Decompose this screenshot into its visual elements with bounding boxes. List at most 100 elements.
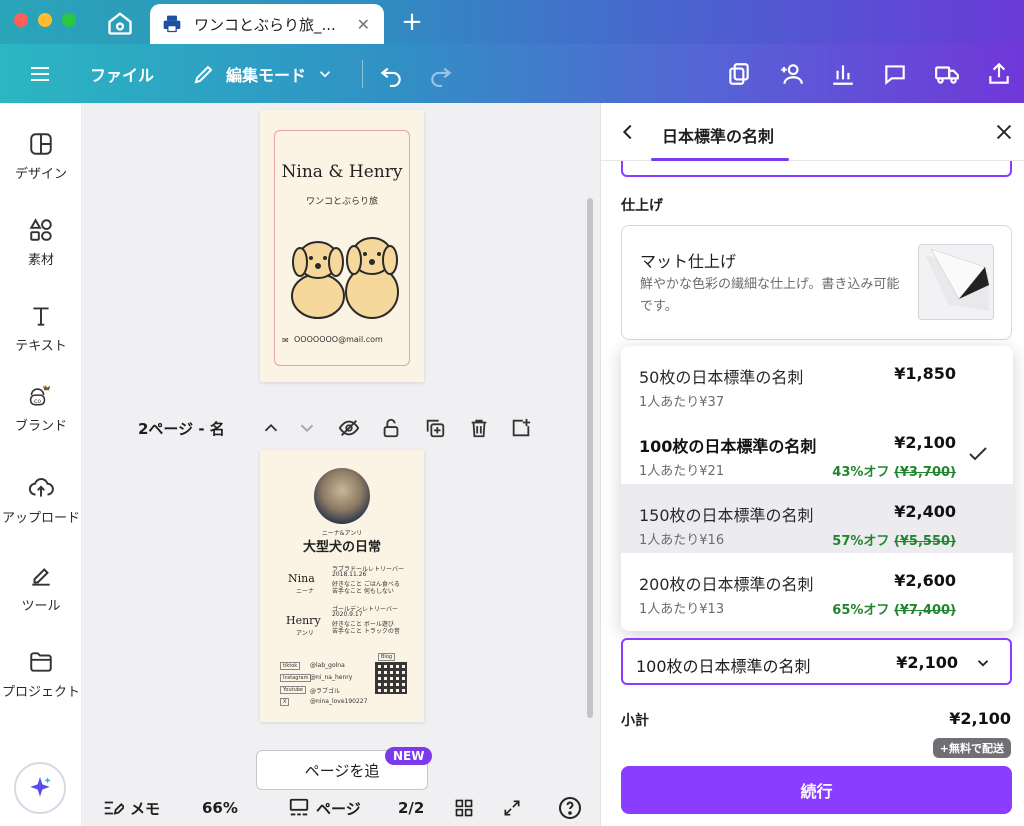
- sidebar-item-elements[interactable]: 素材: [0, 217, 82, 268]
- quantity-option[interactable]: 100枚の日本標準の名刺 1人あたり¥21 ¥2,100 43%オフ (¥3,7…: [621, 415, 1013, 484]
- qr-code: [375, 662, 407, 694]
- duplicate-icon[interactable]: [424, 417, 446, 439]
- edit-mode-label: 編集モード: [226, 65, 307, 85]
- new-badge: NEW: [385, 747, 433, 765]
- back-chevron-icon[interactable]: [617, 121, 639, 143]
- pencil-icon: [194, 65, 213, 83]
- close-icon[interactable]: [993, 121, 1015, 143]
- option-name: 200枚の日本標準の名刺: [639, 575, 814, 594]
- business-card-back[interactable]: ニーナ&アンリ 大型犬の日常 Nina ニーナ ラブラドールレトリーバー 201…: [260, 450, 424, 722]
- sidebar-item-label: テキスト: [15, 339, 67, 354]
- option-discount: 65%オフ (¥7,400): [832, 599, 956, 618]
- redo-icon[interactable]: [428, 44, 454, 103]
- discount-percent: 65%オフ: [832, 603, 890, 618]
- fullscreen-icon[interactable]: [502, 790, 522, 826]
- document-tab[interactable]: ワンコとぶらり旅_... ✕: [150, 4, 384, 44]
- sidebar-item-tools[interactable]: ツール: [0, 563, 82, 614]
- notes-icon: [104, 801, 124, 815]
- sns-label: X: [280, 698, 290, 706]
- sns-handle: @ラブゴル: [310, 688, 341, 695]
- option-price: ¥2,400: [894, 502, 956, 521]
- toolbar-actions: [726, 44, 1024, 103]
- quantity-select-value: 100枚の日本標準の名刺: [636, 657, 811, 676]
- hide-eye-icon[interactable]: [338, 417, 360, 439]
- print-order-panel: 日本標準の名刺 仕上げ マット仕上げ 鮮やかな色彩の繊細な仕上げ。書き込み可能で…: [600, 103, 1024, 826]
- mail-icon: ✉: [282, 336, 289, 345]
- undo-icon[interactable]: [378, 44, 404, 103]
- dog-dislike-nina: 苦手なこと 何もしない: [332, 588, 394, 595]
- text-icon: [33, 307, 49, 326]
- original-price: (¥5,550): [893, 534, 956, 549]
- chevron-down-icon[interactable]: [296, 417, 318, 439]
- magic-assistant-button[interactable]: [14, 762, 66, 814]
- minimize-window-button[interactable]: [38, 13, 52, 27]
- svg-text:co: co: [34, 398, 41, 405]
- lock-icon[interactable]: [380, 417, 402, 439]
- dog-dislike-henry: 苦手なこと トラックの音: [332, 628, 400, 635]
- notes-button[interactable]: メモ: [102, 790, 160, 826]
- share-upload-icon[interactable]: [986, 61, 1012, 87]
- dog-name-henry: Henry: [286, 614, 321, 627]
- finish-section-label: 仕上げ: [621, 198, 663, 214]
- page-toolbar: 2ページ - 名: [138, 413, 538, 443]
- close-window-button[interactable]: [14, 13, 28, 27]
- discount-percent: 43%オフ: [832, 465, 890, 480]
- new-tab-icon[interactable]: +: [400, 9, 424, 35]
- analytics-icon[interactable]: [830, 61, 856, 87]
- panel-header: 日本標準の名刺: [601, 103, 1024, 161]
- subtotal-label: 小計: [621, 713, 649, 729]
- grid-view-icon[interactable]: [454, 790, 474, 826]
- option-name: 150枚の日本標準の名刺: [639, 506, 814, 525]
- share-people-icon[interactable]: [778, 61, 804, 87]
- menu-icon[interactable]: [28, 44, 52, 103]
- comment-icon[interactable]: [882, 61, 908, 87]
- subtotal-value: ¥2,100: [949, 709, 1011, 728]
- pages-label: ページ: [316, 799, 361, 818]
- add-page-icon[interactable]: [510, 417, 532, 439]
- design-canvas[interactable]: Nina & Henry ワンコとぶらり旅 ✉ OOOOOOO@mail.com…: [82, 103, 600, 826]
- quantity-option[interactable]: 200枚の日本標準の名刺 1人あたり¥13 ¥2,600 65%オフ (¥7,4…: [621, 553, 1013, 622]
- option-unit-price: 1人あたり¥13: [639, 602, 725, 617]
- file-menu-button[interactable]: ファイル: [90, 44, 154, 103]
- upload-icon: [28, 478, 54, 497]
- sidebar-item-brand[interactable]: co ブランド: [0, 383, 82, 434]
- business-card-front[interactable]: Nina & Henry ワンコとぶらり旅 ✉ OOOOOOO@mail.com: [260, 110, 424, 382]
- pages-button[interactable]: ページ: [288, 790, 361, 826]
- sidebar-item-projects[interactable]: プロジェクト: [0, 649, 82, 700]
- dog-kana-nina: ニーナ: [296, 588, 315, 595]
- chevron-up-icon[interactable]: [260, 417, 282, 439]
- canvas-scrollbar[interactable]: [587, 198, 593, 718]
- continue-button[interactable]: 続行: [621, 766, 1012, 814]
- sparkle-icon: [30, 777, 51, 797]
- tab-close-icon[interactable]: ✕: [357, 15, 370, 34]
- zoom-level[interactable]: 66%: [202, 790, 238, 826]
- quantity-option[interactable]: 150枚の日本標準の名刺 1人あたり¥16 ¥2,400 57%オフ (¥5,5…: [621, 484, 1013, 553]
- option-unit-price: 1人あたり¥37: [639, 395, 725, 410]
- page-title[interactable]: 2ページ - 名: [138, 418, 225, 439]
- home-icon[interactable]: [106, 9, 134, 37]
- card-email: OOOOOOO@mail.com: [294, 335, 383, 344]
- sidebar-item-label: アップロード: [1, 511, 80, 526]
- edit-mode-button[interactable]: 編集モード: [192, 44, 334, 103]
- sidebar-item-design[interactable]: デザイン: [0, 131, 82, 182]
- dog-name-nina: Nina: [288, 572, 315, 585]
- finish-option-card[interactable]: マット仕上げ 鮮やかな色彩の繊細な仕上げ。書き込み可能です。: [621, 225, 1012, 340]
- option-name: 100枚の日本標準の名刺: [639, 437, 817, 456]
- sidebar-item-text[interactable]: テキスト: [0, 303, 82, 354]
- sidebar-item-upload[interactable]: アップロード: [0, 475, 82, 526]
- trash-icon[interactable]: [468, 417, 490, 439]
- copy-pages-icon[interactable]: [726, 61, 752, 87]
- chevron-down-icon: [977, 660, 989, 667]
- maximize-window-button[interactable]: [62, 13, 76, 27]
- quantity-option[interactable]: 50枚の日本標準の名刺 1人あたり¥37 ¥1,850: [621, 346, 1013, 415]
- panel-title: 日本標準の名刺: [662, 127, 775, 146]
- previous-option-card[interactable]: [621, 161, 1012, 177]
- elements-icon: [29, 218, 52, 241]
- quantity-select[interactable]: 100枚の日本標準の名刺 ¥2,100: [621, 638, 1012, 685]
- notes-label: メモ: [130, 799, 161, 818]
- matte-paper-thumbnail: [918, 244, 994, 320]
- help-icon[interactable]: [558, 790, 582, 826]
- sidebar-item-label: デザイン: [14, 167, 67, 182]
- dogs-illustration: [291, 237, 399, 319]
- delivery-truck-icon[interactable]: [934, 61, 960, 87]
